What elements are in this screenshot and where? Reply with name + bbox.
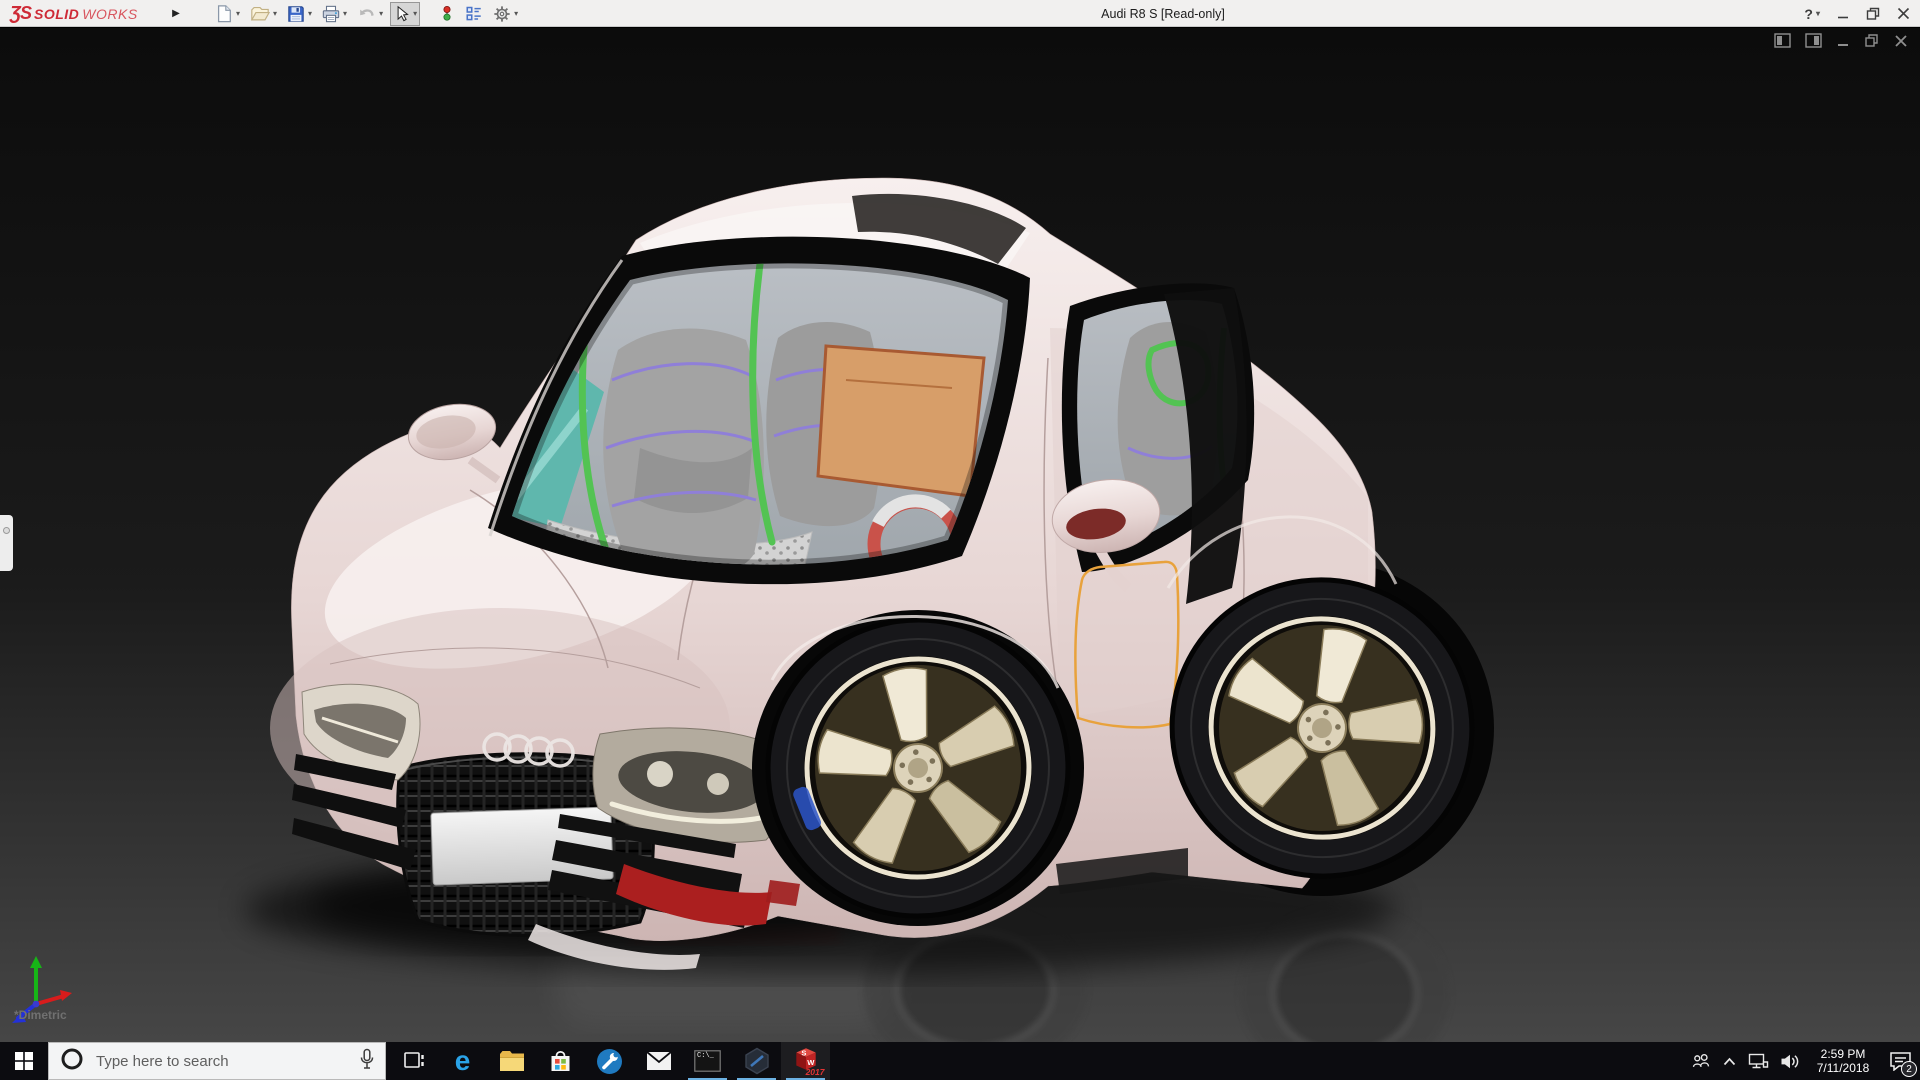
edge-icon: e — [455, 1047, 471, 1075]
new-document-icon — [215, 4, 233, 23]
save-floppy-icon — [287, 5, 305, 23]
command-prompt-button[interactable]: C:\_ — [683, 1042, 732, 1080]
hex-app-button[interactable] — [732, 1042, 781, 1080]
hidden-icons-chevron[interactable] — [1722, 1056, 1737, 1067]
file-properties-button[interactable] — [462, 2, 486, 26]
cortana-icon — [60, 1047, 84, 1076]
select-button[interactable]: ▾ — [390, 2, 420, 26]
svg-text:W: W — [807, 1058, 815, 1067]
restore-button[interactable] — [1866, 7, 1880, 21]
options-dropdown-caret[interactable]: ▾ — [514, 9, 518, 18]
solidworks-logo-mark: ƷS — [10, 3, 31, 24]
minimize-doc-icon[interactable] — [1836, 33, 1850, 48]
graphics-area[interactable]: *Dimetric — [0, 28, 1920, 1042]
taskbar-clock[interactable]: 2:59 PM 7/11/2018 — [1811, 1047, 1875, 1075]
edge-button[interactable]: e — [438, 1042, 487, 1080]
file-properties-icon — [465, 5, 483, 23]
task-view-icon — [402, 1049, 426, 1073]
brand-solid: SOLID — [34, 6, 79, 22]
display-pane-left-icon[interactable] — [1774, 33, 1791, 48]
mail-button[interactable] — [634, 1042, 683, 1080]
hex-app-icon — [744, 1047, 770, 1075]
system-tray: 2:59 PM 7/11/2018 2 — [1691, 1042, 1914, 1080]
task-view-button[interactable] — [389, 1042, 438, 1080]
volume-icon[interactable] — [1780, 1053, 1800, 1070]
rebuild-button[interactable] — [436, 1, 458, 26]
brand-works: WORKS — [82, 6, 137, 22]
window-controls: ?▾ — [1804, 0, 1910, 27]
window-title: Audi R8 S [Read-only] — [1101, 7, 1225, 21]
undo-arrow-icon — [357, 5, 376, 23]
windows-logo-icon — [15, 1052, 33, 1070]
close-button[interactable] — [1897, 7, 1910, 20]
microsoft-store-button[interactable] — [536, 1042, 585, 1080]
setup-tool-button[interactable] — [585, 1042, 634, 1080]
taskbar: e — [0, 1042, 1920, 1080]
quick-access-toolbar: ▾ ▾ ▾ ▾ ▾ — [212, 1, 521, 26]
minimize-button[interactable] — [1837, 8, 1849, 20]
clock-time: 2:59 PM — [1811, 1047, 1875, 1061]
solidworks-logo: ƷS SOLIDWORKS — [10, 0, 138, 27]
save-dropdown-caret[interactable]: ▾ — [308, 9, 312, 18]
people-icon[interactable] — [1691, 1053, 1711, 1069]
options-button[interactable]: ▾ — [490, 2, 521, 26]
svg-text:S: S — [801, 1048, 806, 1057]
setup-tool-icon — [596, 1048, 623, 1075]
microphone-icon[interactable] — [359, 1048, 375, 1075]
restore-doc-icon[interactable] — [1864, 33, 1880, 48]
open-button[interactable]: ▾ — [247, 1, 280, 26]
select-cursor-icon — [393, 5, 410, 23]
solidworks-2017-button[interactable]: S W 2017 — [781, 1042, 830, 1080]
notification-badge: 2 — [1901, 1061, 1917, 1077]
undo-button[interactable]: ▾ — [354, 2, 386, 26]
new-button[interactable]: ▾ — [212, 1, 243, 26]
clock-date: 7/11/2018 — [1811, 1061, 1875, 1075]
print-button[interactable]: ▾ — [319, 2, 350, 26]
open-folder-icon — [250, 4, 270, 23]
help-button[interactable]: ?▾ — [1804, 6, 1820, 22]
car-3d-view — [0, 28, 1920, 1042]
document-window-controls — [1774, 33, 1908, 48]
select-dropdown-caret[interactable]: ▾ — [413, 9, 417, 18]
search-input[interactable] — [96, 1053, 359, 1070]
file-explorer-icon — [499, 1050, 525, 1072]
mail-icon — [646, 1051, 672, 1071]
command-prompt-icon: C:\_ — [694, 1050, 721, 1072]
display-pane-right-icon[interactable] — [1805, 33, 1822, 48]
file-explorer-button[interactable] — [487, 1042, 536, 1080]
undo-dropdown-caret[interactable]: ▾ — [379, 9, 383, 18]
open-dropdown-caret[interactable]: ▾ — [273, 9, 277, 18]
new-dropdown-caret[interactable]: ▾ — [236, 9, 240, 18]
print-dropdown-caret[interactable]: ▾ — [343, 9, 347, 18]
menu-flyout-arrow-icon[interactable]: ▶ — [168, 5, 184, 22]
microsoft-store-icon — [548, 1048, 573, 1074]
view-orientation-label: *Dimetric — [14, 1008, 67, 1022]
close-doc-icon[interactable] — [1894, 34, 1908, 48]
action-center-button[interactable]: 2 — [1886, 1046, 1914, 1076]
flyout-tab-dot — [3, 527, 10, 534]
save-button[interactable]: ▾ — [284, 2, 315, 26]
taskbar-app-icons: e — [389, 1042, 830, 1080]
printer-icon — [322, 5, 340, 23]
titlebar: ƷS SOLIDWORKS ▶ ▾ ▾ ▾ — [0, 0, 1920, 27]
taskbar-search[interactable] — [48, 1042, 386, 1080]
start-button[interactable] — [0, 1042, 48, 1080]
desktop-screen: ƷS SOLIDWORKS ▶ ▾ ▾ ▾ — [0, 0, 1920, 1080]
solidworks-2017-icon: S W 2017 — [791, 1045, 821, 1077]
featuremanager-flyout-tab[interactable] — [0, 515, 13, 571]
rebuild-trafficlight-icon — [439, 4, 455, 23]
options-gear-icon — [493, 5, 511, 23]
network-icon[interactable] — [1748, 1052, 1769, 1070]
sw-year-label: 2017 — [806, 1067, 825, 1077]
